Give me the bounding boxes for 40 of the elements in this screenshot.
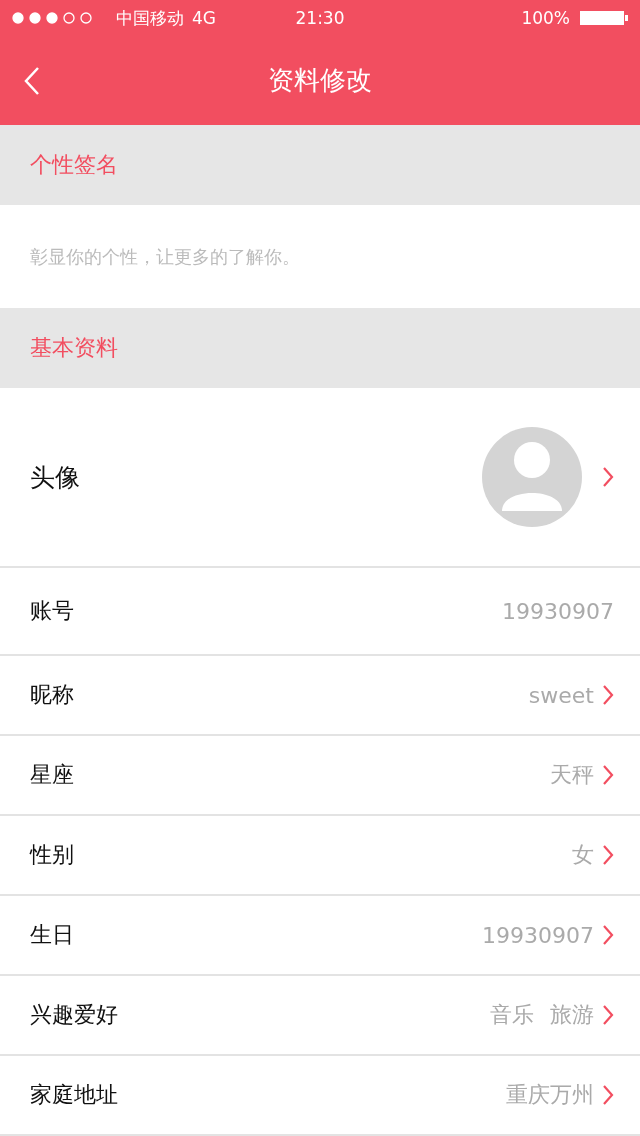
chevron-icon: [602, 466, 614, 488]
avatar-icon: [482, 427, 582, 527]
row-value: 女: [572, 841, 594, 869]
chevron-icon: [602, 844, 614, 866]
row-label: 性别: [30, 841, 75, 869]
info-row[interactable]: 兴趣爱好 音乐 旅游: [0, 976, 640, 1056]
carrier-text: 中国移动: [116, 6, 184, 30]
info-row[interactable]: 家庭地址 重庆万州: [0, 1056, 640, 1136]
chevron-icon: [602, 924, 614, 946]
row-value: 19930907: [482, 922, 594, 948]
info-row[interactable]: 生日 19930907: [0, 896, 640, 976]
page-title: 资料修改: [268, 64, 372, 97]
row-value: 旅游: [550, 1001, 594, 1029]
battery-icon: [580, 11, 628, 25]
row-value: 19930907: [502, 598, 614, 624]
signal-icon: [12, 12, 92, 24]
row-label: 账号: [30, 597, 75, 625]
section-title: 个性签名: [30, 151, 118, 179]
network-text: 4G: [192, 8, 216, 28]
row-label: 星座: [30, 761, 75, 789]
row-label: 头像: [30, 461, 81, 494]
time-text: 21:30: [295, 8, 345, 28]
section-title: 基本资料: [30, 334, 118, 362]
chevron-icon: [602, 1084, 614, 1106]
chevron-icon: [602, 1004, 614, 1026]
row-value: 天秤: [550, 761, 594, 789]
row-value: 音乐: [490, 1001, 534, 1029]
chevron-icon: [602, 764, 614, 786]
avatar-row[interactable]: 头像: [0, 388, 640, 568]
row-label: 昵称: [30, 681, 75, 709]
row-value: 重庆万州: [506, 1081, 594, 1109]
info-row[interactable]: 性别 女: [0, 816, 640, 896]
battery-text: 100%: [521, 8, 570, 28]
chevron-icon: [602, 684, 614, 706]
info-row[interactable]: 昵称 sweet: [0, 656, 640, 736]
row-label: 兴趣爱好: [30, 1001, 119, 1029]
row-label: 家庭地址: [30, 1081, 119, 1109]
row-label: 生日: [30, 921, 75, 949]
row-value: sweet: [528, 682, 594, 708]
info-row[interactable]: 星座 天秤: [0, 736, 640, 816]
